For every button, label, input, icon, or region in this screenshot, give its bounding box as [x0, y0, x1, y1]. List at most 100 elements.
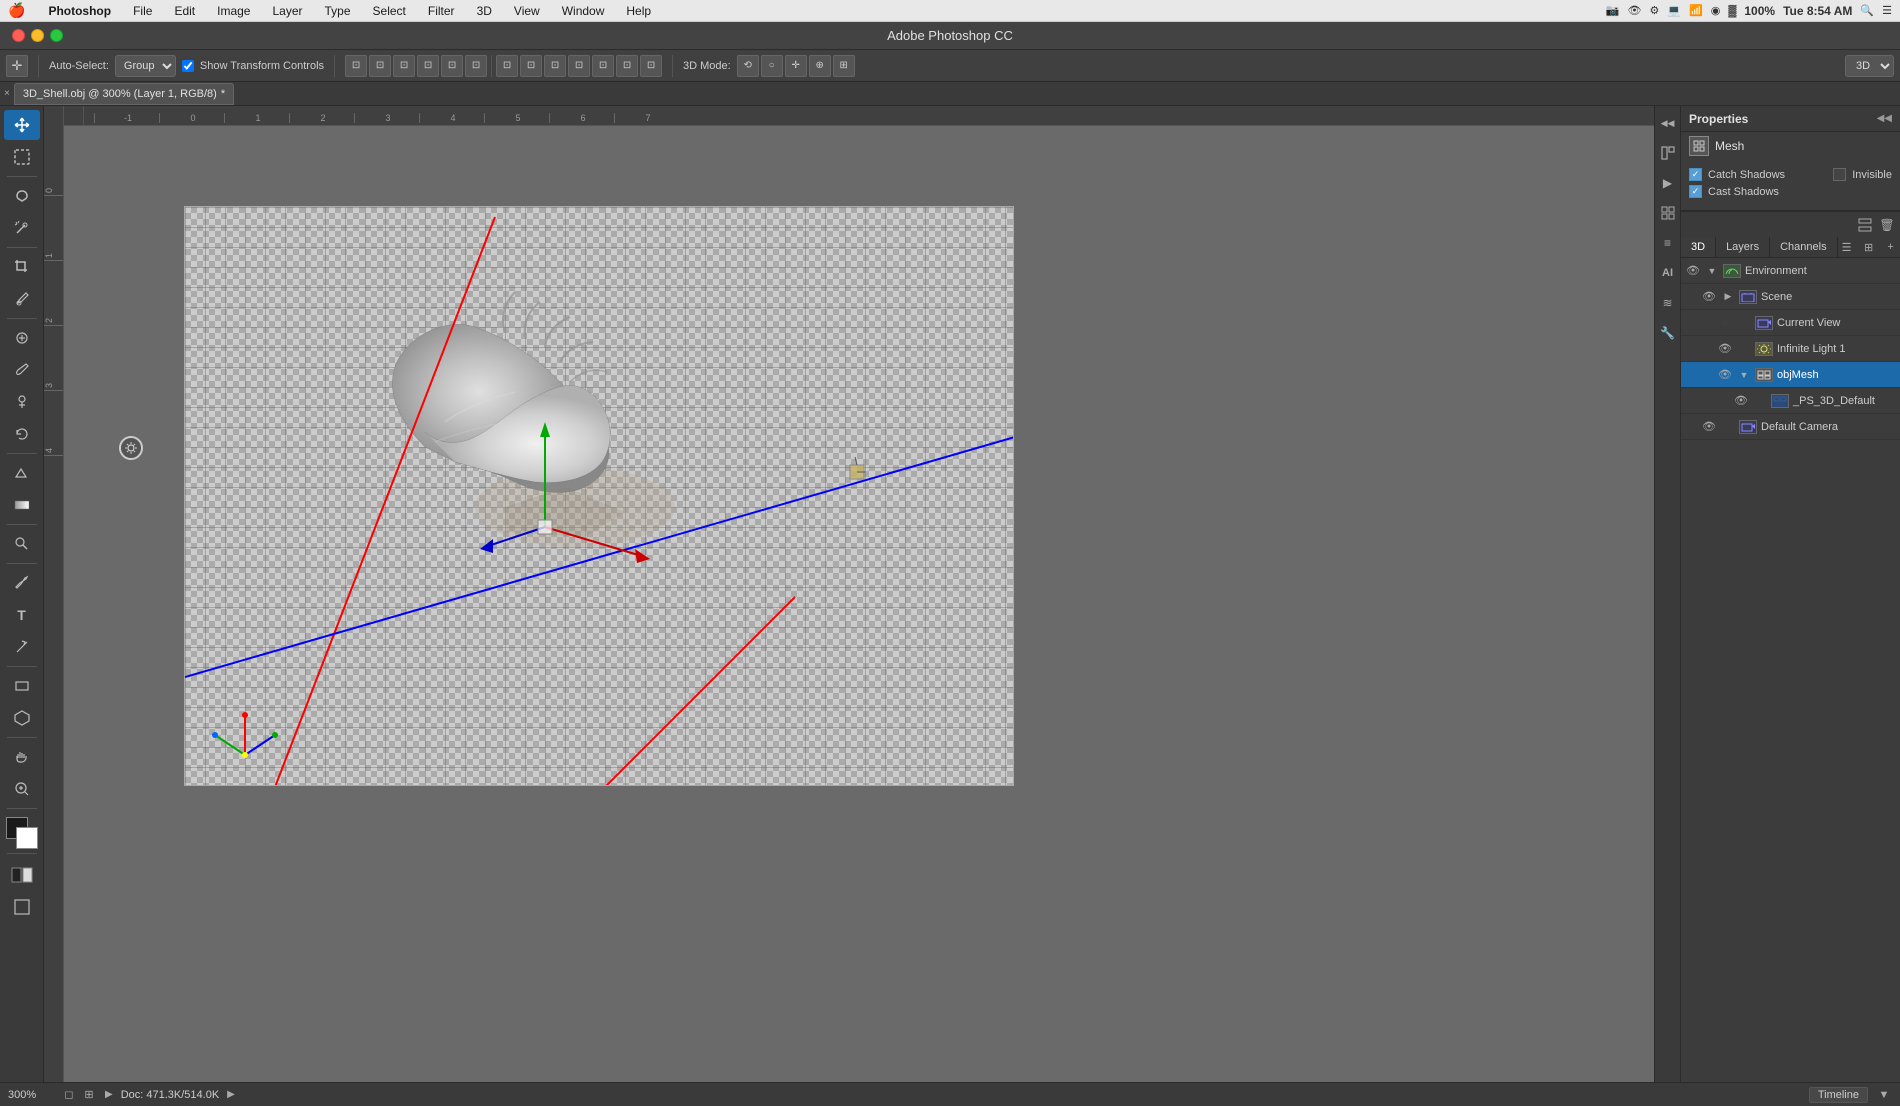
- 3d-pan-icon[interactable]: ✛: [785, 55, 807, 77]
- dodge-tool[interactable]: [4, 529, 40, 559]
- play-icon[interactable]: ▶: [1657, 172, 1679, 194]
- menu-photoshop[interactable]: Photoshop: [45, 4, 114, 18]
- wave-icon[interactable]: ≋: [1657, 292, 1679, 314]
- distribute-top-icon[interactable]: ⊡: [568, 55, 590, 77]
- spotlight-icon[interactable]: 🔍: [1860, 4, 1874, 17]
- 3d-rotate-icon[interactable]: ⟲: [737, 55, 759, 77]
- minimize-button[interactable]: [31, 29, 44, 42]
- delete-layer-icon[interactable]: 🗑: [1878, 216, 1896, 234]
- menu-type[interactable]: Type: [322, 4, 354, 18]
- type-tool[interactable]: T: [4, 600, 40, 630]
- color-swatches[interactable]: [4, 817, 40, 849]
- menu-3d[interactable]: 3D: [474, 4, 495, 18]
- cast-shadows-checkbox[interactable]: ✓: [1689, 185, 1702, 198]
- layer-eye-infinite-light[interactable]: 👁: [1717, 341, 1733, 357]
- show-transform-checkbox[interactable]: [182, 60, 194, 72]
- properties-collapse-btn[interactable]: ◀◀: [1877, 113, 1892, 124]
- zoom-tool[interactable]: [4, 774, 40, 804]
- menu-layer[interactable]: Layer: [269, 4, 305, 18]
- distribute-middle-icon[interactable]: ⊡: [592, 55, 614, 77]
- status-icon-2[interactable]: ⊞: [81, 1087, 97, 1103]
- grid-icon[interactable]: [1657, 202, 1679, 224]
- layer-eye-current-view[interactable]: ○: [1717, 315, 1733, 331]
- apple-icon[interactable]: 🍎: [8, 2, 25, 19]
- doc-tab[interactable]: 3D_Shell.obj @ 300% (Layer 1, RGB/8) *: [14, 83, 234, 105]
- menu-window[interactable]: Window: [559, 4, 608, 18]
- history-brush-tool[interactable]: [4, 419, 40, 449]
- menu-help[interactable]: Help: [623, 4, 654, 18]
- 3d-view-select[interactable]: 3D: [1845, 55, 1894, 77]
- wrench-icon[interactable]: 🔧: [1657, 322, 1679, 344]
- layer-expand-objmesh[interactable]: ▼: [1737, 368, 1751, 382]
- layer-eye-scene[interactable]: 👁: [1701, 289, 1717, 305]
- distribute-center-h-icon[interactable]: ⊡: [520, 55, 542, 77]
- brush-tool[interactable]: [4, 355, 40, 385]
- align-left-icon[interactable]: ⊡: [345, 55, 367, 77]
- layer-row-ps3d-default[interactable]: 👁 ▶ _PS_3D_Default: [1681, 388, 1900, 414]
- move-tool[interactable]: [4, 110, 40, 140]
- align-center-h-icon[interactable]: ⊡: [369, 55, 391, 77]
- layer-eye-camera[interactable]: 👁: [1701, 419, 1717, 435]
- align-top-icon[interactable]: ⊡: [417, 55, 439, 77]
- magic-wand-tool[interactable]: [4, 213, 40, 243]
- arrange-icon[interactable]: ⊡: [640, 55, 662, 77]
- notification-icon[interactable]: ☰: [1882, 4, 1892, 17]
- pen-tool[interactable]: [4, 568, 40, 598]
- layer-list-icon[interactable]: ☰: [1838, 238, 1856, 256]
- layer-row-scene[interactable]: 👁 ▶ Scene: [1681, 284, 1900, 310]
- hand-tool[interactable]: [4, 742, 40, 772]
- gradient-tool[interactable]: [4, 490, 40, 520]
- layer-row-environment[interactable]: 👁 ▼ Environment: [1681, 258, 1900, 284]
- add-layer-icon[interactable]: +: [1882, 238, 1900, 256]
- menu-file[interactable]: File: [130, 4, 155, 18]
- tab-close-x[interactable]: ×: [4, 88, 10, 99]
- shape-tool[interactable]: [4, 671, 40, 701]
- 3d-orbit-icon[interactable]: ○: [761, 55, 783, 77]
- eyedropper-tool[interactable]: [4, 284, 40, 314]
- properties-icon[interactable]: [1657, 142, 1679, 164]
- move-tool-icon[interactable]: ✛: [6, 55, 28, 77]
- menu-edit[interactable]: Edit: [171, 4, 198, 18]
- invisible-checkbox[interactable]: [1833, 168, 1846, 181]
- ai-icon[interactable]: AI: [1657, 262, 1679, 284]
- layer-row-default-camera[interactable]: 👁 ▶ Default Camera: [1681, 414, 1900, 440]
- layer-row-objmesh[interactable]: 👁 ▼ objMesh: [1681, 362, 1900, 388]
- layer-expand-scene[interactable]: ▶: [1721, 290, 1735, 304]
- menu-view[interactable]: View: [511, 4, 543, 18]
- maximize-button[interactable]: [50, 29, 63, 42]
- layer-row-infinite-light[interactable]: 👁 ▶ Infinite Light 1: [1681, 336, 1900, 362]
- layer-row-current-view[interactable]: ○ ▶ Current View: [1681, 310, 1900, 336]
- distribute-right-icon[interactable]: ⊡: [544, 55, 566, 77]
- 3d-scale-icon[interactable]: ⊞: [833, 55, 855, 77]
- crop-tool[interactable]: [4, 252, 40, 282]
- tab-layers[interactable]: Layers: [1716, 237, 1770, 257]
- close-button[interactable]: [12, 29, 25, 42]
- align-right-icon[interactable]: ⊡: [393, 55, 415, 77]
- layer-comp-icon[interactable]: [1856, 216, 1874, 234]
- timeline-button[interactable]: Timeline: [1809, 1087, 1868, 1103]
- layer-eye-ps3d[interactable]: 👁: [1733, 393, 1749, 409]
- mask-mode-btn[interactable]: [4, 860, 40, 890]
- 3d-slide-icon[interactable]: ⊕: [809, 55, 831, 77]
- background-color[interactable]: [16, 827, 38, 849]
- screen-mode-btn[interactable]: [4, 892, 40, 922]
- menu-select[interactable]: Select: [370, 4, 409, 18]
- tab-3d[interactable]: 3D: [1681, 237, 1716, 257]
- layer-eye-objmesh[interactable]: 👁: [1717, 367, 1733, 383]
- create-group-icon[interactable]: ⊞: [1860, 238, 1878, 256]
- tab-channels[interactable]: Channels: [1770, 237, 1837, 257]
- path-select-tool[interactable]: [4, 632, 40, 662]
- status-more-arrow[interactable]: ▶: [227, 1089, 235, 1100]
- heal-tool[interactable]: [4, 323, 40, 353]
- distribute-left-icon[interactable]: ⊡: [496, 55, 518, 77]
- lines-icon[interactable]: ≡: [1657, 232, 1679, 254]
- status-collapse-icon[interactable]: ▼: [1876, 1087, 1892, 1103]
- align-bottom-icon[interactable]: ⊡: [465, 55, 487, 77]
- eraser-tool[interactable]: [4, 458, 40, 488]
- menu-filter[interactable]: Filter: [425, 4, 458, 18]
- status-arrow[interactable]: ▶: [105, 1089, 113, 1100]
- collapse-panels-icon[interactable]: ◀◀: [1657, 112, 1679, 134]
- clone-stamp-tool[interactable]: [4, 387, 40, 417]
- document-canvas[interactable]: [184, 206, 1014, 786]
- distribute-bottom-icon[interactable]: ⊡: [616, 55, 638, 77]
